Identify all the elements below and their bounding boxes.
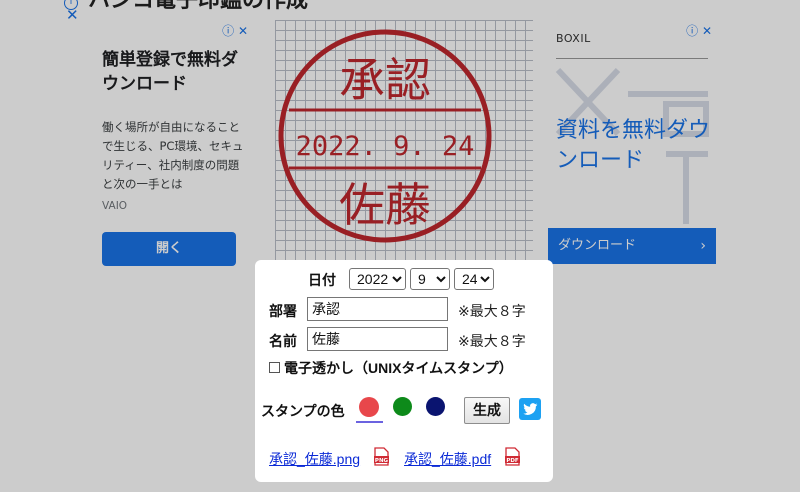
- name-label: 名前: [269, 333, 297, 349]
- color-green-swatch[interactable]: [393, 397, 412, 416]
- name-input[interactable]: [307, 327, 448, 351]
- name-max-note: ※最大８字: [458, 333, 526, 349]
- watermark-label[interactable]: 電子透かし（UNIXタイムスタンプ）: [284, 358, 513, 378]
- month-select[interactable]: 9: [410, 268, 450, 290]
- color-navy-swatch[interactable]: [426, 397, 445, 416]
- dept-label: 部署: [269, 303, 297, 319]
- png-file-icon[interactable]: PNG: [374, 447, 389, 466]
- dept-max-note: ※最大８字: [458, 303, 526, 319]
- twitter-bird-icon: [523, 403, 538, 415]
- svg-text:PNG: PNG: [375, 458, 389, 464]
- pdf-file-icon[interactable]: PDF: [505, 447, 520, 466]
- stamp-settings-dialog: 日付 2022 9 24 部署 ※最大８字 名前 ※最大８字 電子透かし（UNI…: [255, 260, 553, 482]
- color-red-swatch[interactable]: [359, 397, 379, 417]
- twitter-icon[interactable]: [519, 398, 541, 420]
- day-select[interactable]: 24: [454, 268, 494, 290]
- generate-button[interactable]: 生成: [464, 397, 510, 424]
- date-label: 日付: [308, 272, 336, 288]
- watermark-checkbox[interactable]: [269, 362, 280, 373]
- pdf-download-link[interactable]: 承認_佐藤.pdf: [404, 449, 491, 469]
- png-download-link[interactable]: 承認_佐藤.png: [269, 449, 360, 469]
- dept-input[interactable]: [307, 297, 448, 321]
- selected-color-indicator: [356, 421, 383, 423]
- svg-text:PDF: PDF: [506, 458, 519, 464]
- stamp-color-label: スタンプの色: [261, 403, 345, 419]
- year-select[interactable]: 2022: [349, 268, 406, 290]
